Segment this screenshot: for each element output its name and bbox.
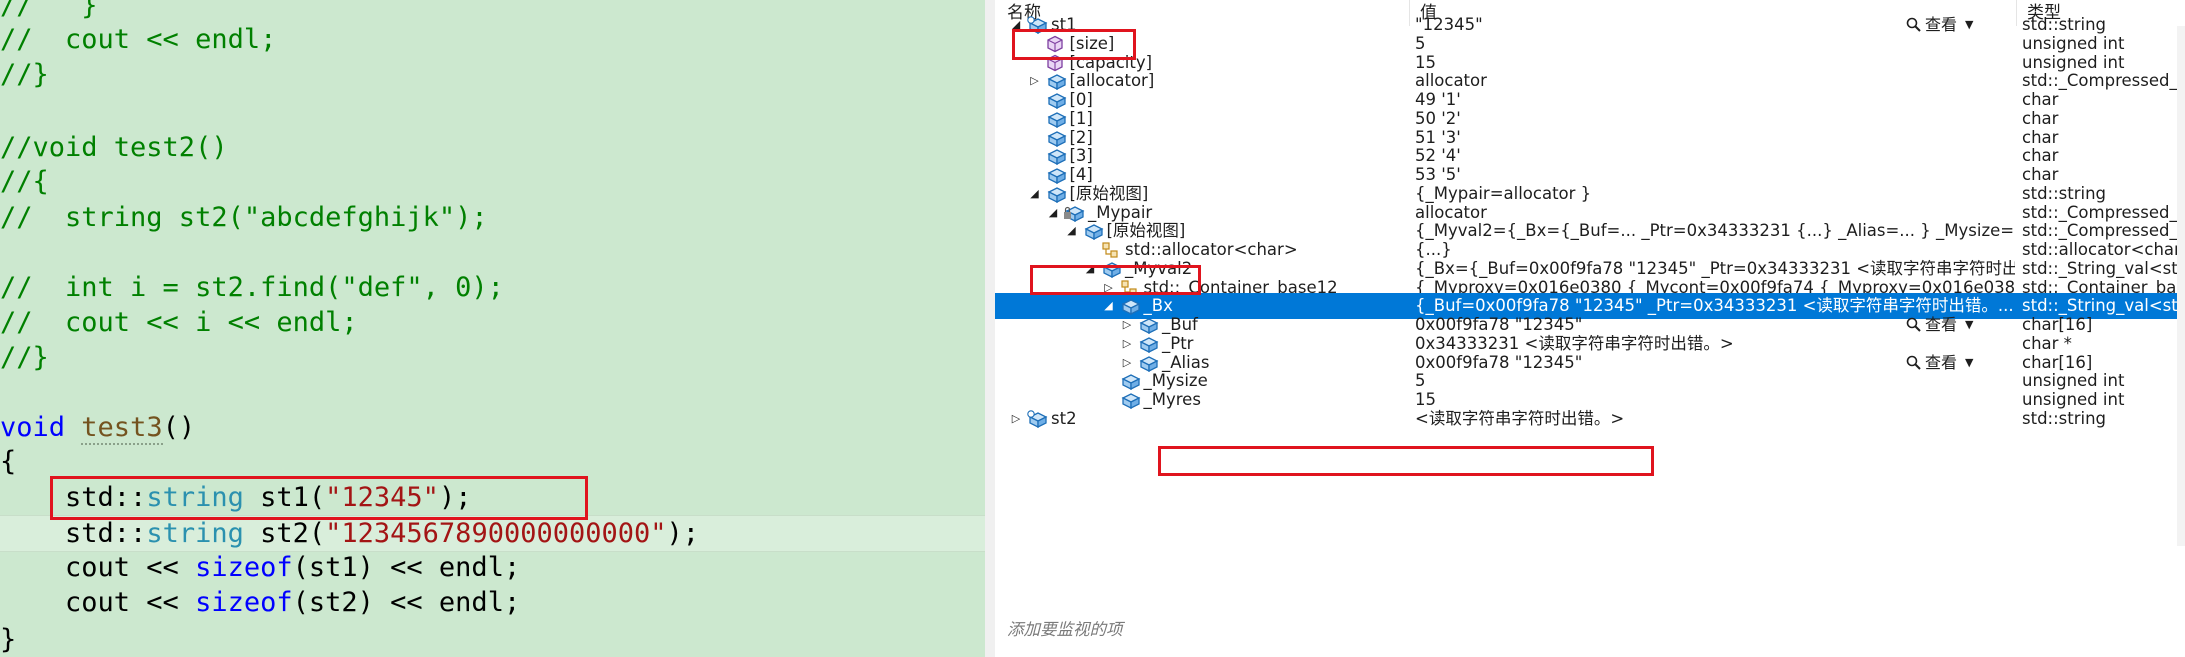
code-line[interactable]: }: [0, 622, 985, 657]
watch-name: st2: [1051, 408, 1077, 428]
code-line[interactable]: //void test2(): [0, 130, 985, 165]
code-token: std::: [0, 518, 147, 549]
code-token: (st2) << endl;: [292, 587, 521, 618]
code-token: }: [0, 624, 17, 655]
code-token: cout <<: [0, 587, 196, 618]
code-line[interactable]: cout << sizeof(st1) << endl;: [0, 550, 985, 585]
code-token: std::: [0, 482, 147, 513]
code-token: // }: [0, 0, 98, 21]
code-token: st1(: [243, 482, 326, 513]
code-token: test3: [81, 412, 163, 445]
code-token: (): [162, 412, 196, 443]
code-token: //void test2(): [0, 132, 228, 163]
expand-arrow-icon[interactable]: ▷: [1009, 406, 1023, 432]
code-line[interactable]: //{: [0, 164, 985, 199]
code-line[interactable]: //}: [0, 57, 985, 92]
code-token: cout <<: [0, 552, 196, 583]
code-line[interactable]: // }: [0, 0, 985, 23]
code-token: (st1) << endl;: [292, 552, 521, 583]
code-token: void: [0, 412, 66, 443]
code-line[interactable]: std::string st1("12345");: [0, 480, 985, 515]
code-line[interactable]: // int i = st2.find("def", 0);: [0, 270, 985, 305]
code-line[interactable]: // cout << i << endl;: [0, 305, 985, 340]
add-watch-hint[interactable]: 添加要监视的项: [1007, 616, 1123, 640]
code-token: // cout << endl;: [0, 24, 277, 55]
code-token: "1234567890000000000": [325, 518, 667, 549]
code-token: //}: [0, 342, 49, 373]
code-token: sizeof: [195, 587, 293, 618]
code-editor[interactable]: // } // cout << endl; //} //void test2()//{…: [0, 0, 985, 657]
code-line[interactable]: std::string st2("1234567890000000000");: [0, 515, 985, 552]
code-token: );: [666, 518, 700, 549]
watch-value[interactable]: <读取字符串字符时出错。>: [1415, 406, 2015, 432]
code-line[interactable]: // cout << endl;: [0, 22, 985, 57]
watch-row[interactable]: ▷ st2 <读取字符串字符时出错。> std::string: [995, 406, 2185, 432]
code-line[interactable]: [0, 93, 985, 128]
watch-type: std::string: [2022, 408, 2107, 428]
code-line[interactable]: {: [0, 444, 985, 479]
code-line[interactable]: // string st2("abcdefghijk");: [0, 200, 985, 235]
code-token: "12345": [325, 482, 439, 513]
code-token: //}: [0, 59, 49, 90]
code-token: {: [0, 446, 17, 477]
code-line[interactable]: void test3(): [0, 410, 985, 445]
code-token: //{: [0, 166, 49, 197]
code-token: sizeof: [195, 552, 293, 583]
code-line[interactable]: [0, 375, 985, 410]
watch-window: 名称 值 类型 ◢ st1 "12345" 查看 ▼ std::string [size] 5…: [995, 0, 2185, 657]
code-token: st2(: [243, 518, 326, 549]
watch-variable-icon: [1027, 409, 1049, 428]
code-token: // int i = st2.find("def", 0);: [0, 272, 504, 303]
scrollbar[interactable]: [2177, 26, 2185, 546]
code-line[interactable]: cout << sizeof(st2) << endl;: [0, 585, 985, 620]
code-line[interactable]: [0, 236, 985, 271]
code-token: string: [146, 518, 244, 549]
code-token: string: [146, 482, 244, 513]
code-token: // cout << i << endl;: [0, 307, 358, 338]
code-token: // string st2("abcdefghijk");: [0, 202, 488, 233]
code-line[interactable]: //}: [0, 340, 985, 375]
code-token: );: [438, 482, 472, 513]
